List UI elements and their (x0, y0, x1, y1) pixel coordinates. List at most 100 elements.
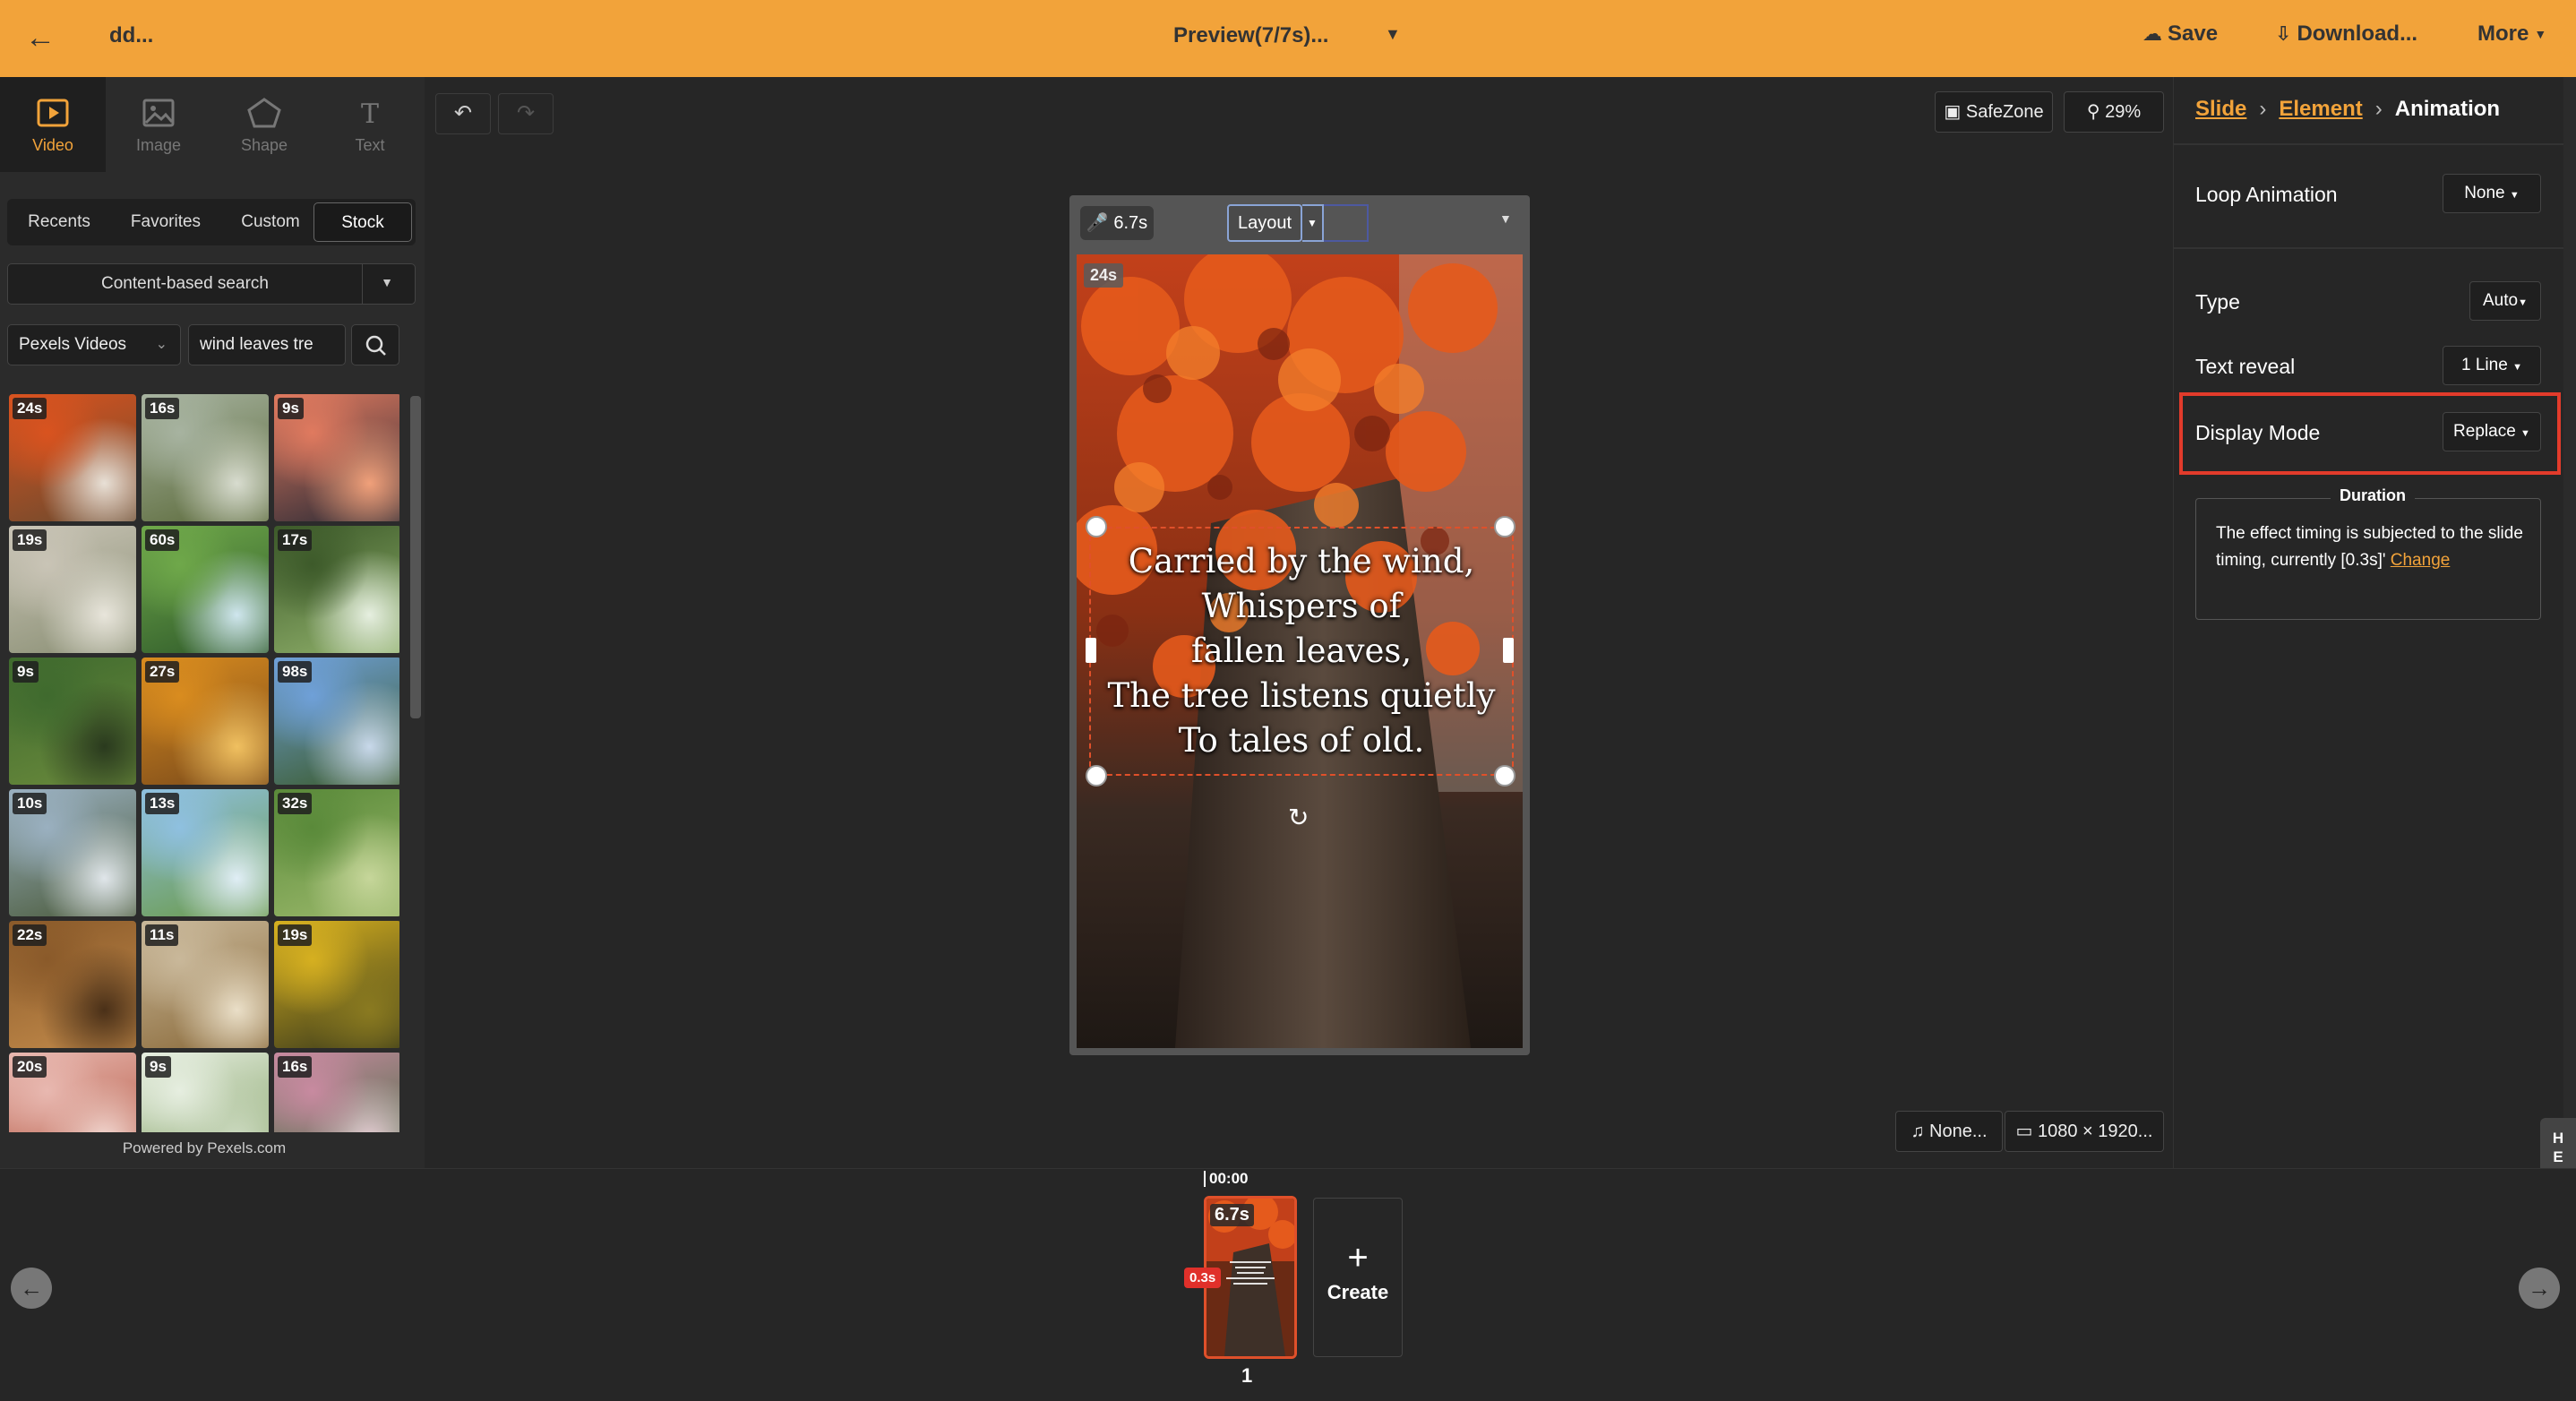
music-button[interactable]: ♫ None... (1895, 1111, 2003, 1152)
tab-shape[interactable]: Shape (211, 77, 317, 172)
redo-button[interactable]: ↷ (498, 93, 554, 134)
tab-custom[interactable]: Custom (224, 202, 317, 242)
search-mode-select[interactable]: Content-based search ▼ (7, 263, 416, 305)
arrow-right-icon: → (2528, 1275, 2551, 1302)
tab-text[interactable]: T Text (317, 77, 423, 172)
stock-video-thumbnail[interactable]: 22s (9, 921, 136, 1048)
stock-video-thumbnail[interactable]: 9s (274, 394, 399, 521)
tab-text-label: Text (355, 136, 385, 154)
stock-video-thumbnail[interactable]: 60s (142, 526, 269, 653)
resize-handle-top-left[interactable] (1086, 516, 1107, 537)
breadcrumb-element-link[interactable]: Element (2279, 97, 2362, 122)
thumbnail-duration: 9s (145, 1056, 171, 1078)
chevron-down-icon[interactable]: ▼ (1385, 25, 1401, 44)
create-slide-button[interactable]: + Create (1313, 1198, 1403, 1357)
zoom-label: 29% (2105, 102, 2142, 122)
more-menu-button[interactable]: More ▼ (2477, 21, 2546, 47)
change-timing-link[interactable]: Change (2391, 551, 2451, 570)
download-icon: ⇩ (2275, 22, 2292, 45)
undo-button[interactable]: ↶ (435, 93, 491, 134)
resize-handle-right[interactable] (1503, 638, 1514, 663)
caption-text[interactable]: Carried by the wind, Whispers of fallen … (1091, 539, 1512, 763)
stock-video-thumbnail[interactable]: 32s (274, 789, 399, 916)
scroll-right-button[interactable]: → (2519, 1268, 2560, 1309)
caption-line: To tales of old. (1178, 721, 1425, 760)
tab-video[interactable]: Video (0, 77, 106, 172)
search-input[interactable]: wind leaves tre (188, 324, 346, 365)
voiceover-duration: 6.7s (1113, 213, 1148, 233)
safezone-button[interactable]: ▣ SafeZone (1935, 91, 2053, 133)
resize-handle-bottom-left[interactable] (1086, 765, 1107, 786)
stock-video-thumbnail[interactable]: 19s (9, 526, 136, 653)
resolution-button[interactable]: ▭ 1080 × 1920... (2005, 1111, 2164, 1152)
breadcrumb-current: Animation (2394, 97, 2501, 121)
stock-video-thumbnail[interactable]: 13s (142, 789, 269, 916)
resize-handle-left[interactable] (1086, 638, 1096, 663)
tab-stock[interactable]: Stock (313, 202, 412, 242)
playhead-time[interactable]: 00:00 (1204, 1171, 1248, 1187)
video-icon (37, 99, 69, 127)
display-mode-label: Display Mode (2195, 421, 2321, 444)
stock-video-thumbnail[interactable]: 9s (142, 1053, 269, 1132)
stock-video-thumbnail[interactable]: 17s (274, 526, 399, 653)
resize-handle-top-right[interactable] (1494, 516, 1516, 537)
zoom-button[interactable]: ⚲ 29% (2064, 91, 2164, 133)
grid-scrollbar[interactable] (410, 396, 421, 718)
transition-badge[interactable]: 0.3s (1184, 1268, 1222, 1288)
stock-video-thumbnail[interactable]: 27s (142, 658, 269, 785)
left-panel: Video Image Shape T Text Recents Favorit… (0, 77, 425, 1168)
text-icon: T (361, 99, 379, 129)
tab-recents[interactable]: Recents (11, 202, 107, 242)
save-button[interactable]: ☁ Save (2142, 21, 2218, 47)
slide-canvas[interactable]: 24s 🔈 Carried by the wind, Whispers of f… (1077, 254, 1523, 1048)
caption-line: The tree listens quietly (1107, 676, 1496, 715)
thumbnail-duration: 27s (145, 661, 180, 683)
duration-section: Duration The effect timing is subjected … (2195, 486, 2541, 620)
resize-handle-bottom-right[interactable] (1494, 765, 1516, 786)
back-arrow-icon[interactable]: ← (25, 20, 61, 56)
search-button[interactable] (351, 324, 399, 365)
layout-caret-icon[interactable]: ▼ (1302, 204, 1324, 242)
image-icon (142, 99, 175, 127)
stock-video-thumbnail[interactable]: 19s (274, 921, 399, 1048)
tab-image[interactable]: Image (106, 77, 211, 172)
display-mode-select[interactable]: Replace ▼ (2443, 412, 2541, 451)
tab-favorites[interactable]: Favorites (111, 202, 220, 242)
right-panel-scrollbar[interactable] (2563, 77, 2576, 1168)
stock-video-thumbnail[interactable]: 16s (274, 1053, 399, 1132)
text-reveal-select[interactable]: 1 Line ▼ (2443, 346, 2541, 385)
monitor-icon: ▭ (2015, 1122, 2033, 1141)
loop-animation-select[interactable]: None ▼ (2443, 174, 2541, 213)
stock-video-thumbnail[interactable]: 9s (9, 658, 136, 785)
layout-button[interactable]: Layout (1227, 204, 1302, 242)
thumbnail-duration: 32s (278, 793, 313, 814)
chevron-down-icon[interactable]: ▼ (1499, 211, 1512, 226)
thumbnail-duration: 22s (13, 924, 47, 946)
rotate-icon[interactable]: ↻ (1288, 803, 1309, 832)
caption-text-box[interactable]: Carried by the wind, Whispers of fallen … (1089, 527, 1514, 776)
slide-duration-badge: 24s (1084, 263, 1124, 288)
caret-down-icon[interactable]: ▼ (381, 275, 393, 289)
stock-video-thumbnail[interactable]: 16s (142, 394, 269, 521)
provider-select[interactable]: Pexels Videos ⌄ (7, 324, 181, 365)
stock-video-thumbnail[interactable]: 98s (274, 658, 399, 785)
breadcrumb-slide-link[interactable]: Slide (2195, 97, 2246, 122)
create-label: Create (1327, 1281, 1389, 1303)
voiceover-button[interactable]: 🎤 6.7s (1080, 206, 1154, 240)
type-select[interactable]: Auto▼ (2469, 281, 2541, 321)
stock-video-thumbnail[interactable]: 11s (142, 921, 269, 1048)
thumbnail-duration: 16s (145, 398, 180, 419)
stock-video-thumbnail[interactable]: 20s (9, 1053, 136, 1132)
safezone-icon: ▣ (1944, 102, 1962, 122)
provider-label: Pexels Videos (19, 335, 127, 354)
stock-video-thumbnail[interactable]: 24s (9, 394, 136, 521)
preview-button[interactable]: Preview(7/7s)... (1173, 23, 1328, 48)
animation-panel: Slide › Element › Animation Loop Animati… (2173, 77, 2564, 1168)
stock-video-thumbnail[interactable]: 10s (9, 789, 136, 916)
thumbnail-duration: 20s (13, 1056, 47, 1078)
scroll-left-button[interactable]: ← (11, 1268, 52, 1309)
powered-by-label[interactable]: Powered by Pexels.com (0, 1139, 408, 1157)
divider (2174, 143, 2564, 145)
download-button[interactable]: ⇩ Download... (2275, 21, 2417, 47)
project-title[interactable]: dd... (109, 23, 153, 48)
